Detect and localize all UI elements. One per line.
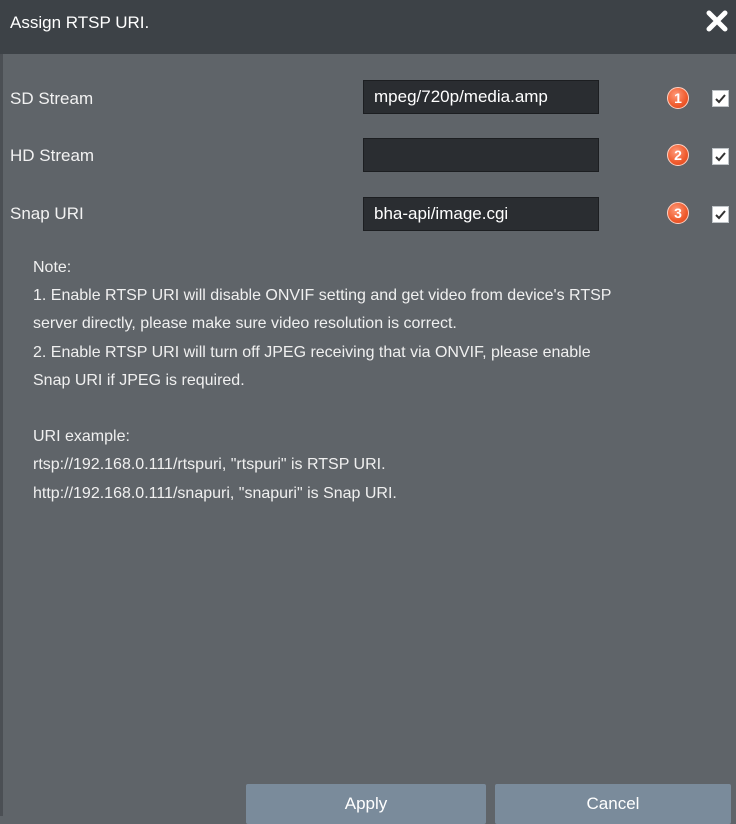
cancel-button[interactable]: Cancel xyxy=(495,784,731,824)
hd-stream-label: HD Stream xyxy=(10,146,95,165)
apply-button[interactable]: Apply xyxy=(246,784,486,824)
note-line xyxy=(33,395,733,423)
step-1-badge: 1 xyxy=(667,87,689,109)
hd-stream-input[interactable] xyxy=(363,138,599,172)
note-line: http://192.168.0.111/snapuri, "snapuri" … xyxy=(33,484,397,502)
note-line: URI example: xyxy=(33,428,130,446)
checkmark-icon xyxy=(715,94,726,104)
sd-stream-checkbox[interactable] xyxy=(712,90,729,107)
left-edge-divider xyxy=(0,54,3,816)
snap-uri-label: Snap URI xyxy=(10,204,84,223)
hd-stream-checkbox[interactable] xyxy=(712,148,729,165)
close-icon[interactable] xyxy=(704,8,730,34)
step-3-badge: 3 xyxy=(667,202,689,224)
note-line: server directly, please make sure video … xyxy=(33,315,457,333)
note-line: rtsp://192.168.0.111/rtspuri, "rtspuri" … xyxy=(33,456,386,474)
note-line: Note: xyxy=(33,259,72,276)
dialog-title-bar: Assign RTSP URI. xyxy=(0,0,736,54)
checkmark-icon xyxy=(715,152,726,162)
step-2-badge: 2 xyxy=(667,144,689,166)
note-block: Note: 1. Enable RTSP URI will disable ON… xyxy=(33,254,733,508)
note-line: 1. Enable RTSP URI will disable ONVIF se… xyxy=(33,287,612,305)
checkmark-icon xyxy=(715,210,726,220)
snap-uri-input[interactable] xyxy=(363,197,599,231)
sd-stream-input[interactable] xyxy=(363,80,599,114)
note-line: 2. Enable RTSP URI will turn off JPEG re… xyxy=(33,343,591,361)
note-line: Snap URI if JPEG is required. xyxy=(33,371,245,389)
snap-uri-checkbox[interactable] xyxy=(712,206,729,223)
sd-stream-label: SD Stream xyxy=(10,89,94,108)
dialog-title: Assign RTSP URI. xyxy=(10,13,150,32)
assign-rtsp-dialog: Assign RTSP URI. SD Stream 1 HD Stream 2… xyxy=(0,0,736,824)
